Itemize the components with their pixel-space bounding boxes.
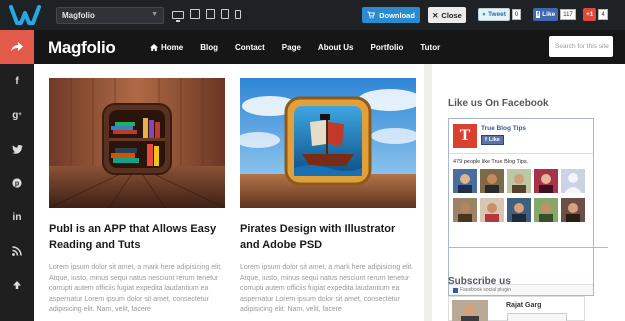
site-logo[interactable]: Magfolio	[48, 38, 116, 58]
tablet-portrait-view-icon[interactable]	[221, 9, 229, 19]
nav-item-portfolio[interactable]: Portfolio	[362, 43, 412, 52]
twitter-icon[interactable]	[0, 132, 34, 166]
close-icon: ✕	[432, 10, 439, 20]
nav-item-page[interactable]: Page	[273, 43, 309, 52]
post-list: Publ is an APP that Allows Easy Reading …	[34, 64, 424, 321]
tweet-widget: ● Tweet 0	[478, 8, 522, 21]
theme-select-value: Magfolio	[62, 11, 95, 20]
fan-avatar[interactable]	[561, 169, 585, 193]
facebook-fan-count: 479 people like True Blog Tips.	[453, 159, 529, 165]
google-plus-widget: +1 4	[583, 8, 608, 21]
post-card: Publ is an APP that Allows Easy Reading …	[49, 78, 225, 316]
google-plus-button[interactable]: +1	[583, 8, 597, 21]
post-title[interactable]: Pirates Design with Illustrator and Adob…	[240, 221, 416, 253]
desktop-view-icon[interactable]	[172, 11, 184, 22]
facebook-page-like-label: Like	[488, 137, 500, 143]
download-label: Download	[379, 10, 415, 20]
facebook-widget-title: Like us On Facebook	[448, 98, 549, 109]
facebook-icon: f	[536, 11, 541, 18]
post-excerpt: Lorem ipsum dolor sit amet, a mark here …	[240, 264, 414, 313]
google-plus-count: 4	[598, 9, 608, 20]
facebook-plugin-label: Facebook social plugin	[460, 287, 511, 293]
divider	[449, 153, 593, 154]
theme-select[interactable]: Magfolio ▼	[56, 7, 164, 24]
fan-avatar[interactable]	[453, 169, 477, 193]
divider	[448, 247, 608, 248]
facebook-like-button[interactable]: f Like	[533, 8, 559, 21]
logo-icon[interactable]	[8, 3, 43, 27]
facebook-icon[interactable]: f	[0, 64, 34, 98]
device-switcher	[172, 9, 241, 22]
chevron-down-icon: ▼	[151, 11, 158, 18]
twitter-bird-icon: ●	[482, 11, 486, 18]
home-icon	[150, 43, 158, 51]
avatar[interactable]	[452, 300, 488, 321]
tablet-view-icon[interactable]	[206, 9, 215, 19]
theme-preview-bar: Magfolio ▼ Download ✕ Close ● Tweet 0 f …	[0, 0, 625, 30]
main-nav: Home Blog Contact Page About Us Portfoli…	[150, 30, 449, 64]
fan-avatar[interactable]	[480, 169, 504, 193]
tweet-label: Tweet	[487, 11, 506, 18]
close-button[interactable]: ✕ Close	[428, 7, 466, 23]
social-sidebar: f g + p in	[0, 30, 34, 321]
share-icon[interactable]	[0, 30, 34, 64]
post-excerpt: Lorem ipsum dolor sit amet, a mark here …	[49, 264, 223, 313]
google-plus-icon[interactable]: g +	[0, 98, 34, 132]
site-header: Magfolio Home Blog Contact Page About Us…	[34, 30, 625, 64]
fan-avatar[interactable]	[507, 169, 531, 193]
svg-text:p: p	[15, 181, 19, 188]
subscribe-widget-title: Subscribe us	[448, 276, 511, 287]
search-input[interactable]	[549, 36, 613, 57]
subscribe-button[interactable]	[507, 313, 567, 321]
fan-avatar[interactable]	[480, 198, 504, 222]
nav-item-about-us[interactable]: About Us	[309, 43, 362, 52]
tweet-button[interactable]: ● Tweet	[478, 8, 510, 21]
post-thumbnail-pirates[interactable]	[240, 78, 416, 208]
facebook-like-label: Like	[542, 11, 556, 18]
facebook-fan-faces	[453, 169, 591, 222]
phone-view-icon[interactable]	[235, 10, 241, 19]
arrow-up-icon[interactable]	[0, 268, 34, 302]
fan-avatar[interactable]	[534, 198, 558, 222]
subscriber-name[interactable]: Rajat Garg	[506, 302, 541, 309]
sidebar-widgets: Like us On Facebook T True Blog Tips f L…	[432, 64, 625, 321]
facebook-like-count: 117	[560, 9, 576, 20]
nav-item-tutor[interactable]: Tutor	[412, 43, 449, 52]
fan-avatar[interactable]	[507, 198, 531, 222]
facebook-like-box: T True Blog Tips f Like 479 people like …	[448, 118, 594, 296]
post-title[interactable]: Publ is an APP that Allows Easy Reading …	[49, 221, 225, 253]
rss-icon[interactable]	[0, 234, 34, 268]
linkedin-icon[interactable]: in	[0, 200, 34, 234]
close-label: Close	[441, 10, 462, 20]
facebook-page-like-button[interactable]: f Like	[481, 135, 504, 145]
post-thumbnail-books-app[interactable]	[49, 78, 225, 208]
post-card: Pirates Design with Illustrator and Adob…	[240, 78, 416, 316]
fan-avatar[interactable]	[534, 169, 558, 193]
cart-icon	[367, 11, 376, 19]
fan-avatar[interactable]	[561, 198, 585, 222]
facebook-small-icon	[453, 287, 458, 293]
nav-item-contact[interactable]: Contact	[227, 43, 274, 52]
download-button[interactable]: Download	[362, 7, 420, 23]
nav-item-home[interactable]: Home	[150, 43, 192, 52]
pinterest-icon[interactable]: p	[0, 166, 34, 200]
nav-label-home: Home	[161, 42, 184, 52]
nav-item-blog[interactable]: Blog	[192, 43, 227, 52]
facebook-page-name[interactable]: True Blog Tips	[481, 125, 526, 132]
laptop-view-icon[interactable]	[190, 9, 200, 19]
fan-avatar[interactable]	[453, 198, 477, 222]
subscriber-card: Rajat Garg	[448, 296, 585, 321]
tweet-count: 0	[511, 9, 522, 20]
facebook-like-widget: f Like 117	[533, 8, 576, 21]
facebook-icon: f	[485, 137, 487, 143]
page-avatar[interactable]: T	[453, 124, 477, 148]
